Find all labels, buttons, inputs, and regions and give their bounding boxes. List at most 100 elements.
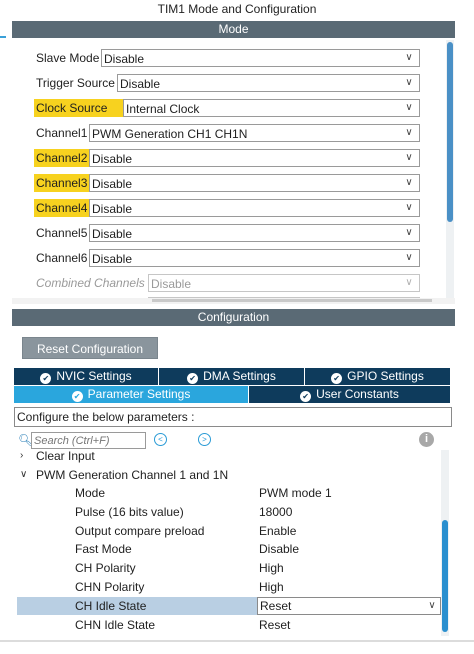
chevron-down-icon: ∨ — [405, 177, 413, 188]
param-name: CH Polarity — [75, 561, 136, 575]
reset-configuration-button[interactable]: Reset Configuration — [22, 337, 158, 359]
chevron-right-icon[interactable]: › — [20, 450, 23, 465]
channel6-value: Disable — [92, 252, 133, 266]
channel5-label: Channel5 — [36, 226, 88, 240]
clock-source-value: Internal Clock — [126, 102, 200, 116]
channel3-label: Channel3 — [34, 174, 90, 192]
search-input[interactable] — [31, 432, 146, 449]
pwm-group-label: PWM Generation Channel 1 and 1N — [36, 468, 229, 482]
mode-row-combined-channels: Combined Channels Disable ∨ — [12, 274, 432, 296]
trigger-source-label: Trigger Source — [36, 76, 115, 90]
param-value: Reset — [260, 599, 292, 613]
mode-row-slave-mode: Slave Mode Disable ∨ — [12, 49, 432, 71]
param-row-chn-polarity[interactable]: CHN Polarity High — [17, 578, 443, 596]
params-title: Configure the below parameters : — [14, 407, 452, 427]
search-row: 🔍︎ < > i — [14, 432, 454, 450]
param-name: Output compare preload — [75, 524, 205, 538]
tab-parameter-label: Parameter Settings — [87, 387, 191, 401]
channel3-value: Disable — [92, 177, 133, 191]
param-row-ch-idle-state[interactable]: CH Idle State Reset ∨ — [17, 597, 443, 615]
tab-parameter-settings[interactable]: ✔ Parameter Settings — [14, 386, 249, 403]
slave-mode-select[interactable]: Disable ∨ — [101, 49, 420, 67]
mode-row-channel4: Channel4 Disable ∨ — [12, 199, 432, 221]
channel6-label: Channel6 — [36, 251, 88, 265]
tab-user-constants-label: User Constants — [316, 387, 399, 401]
channel3-select[interactable]: Disable ∨ — [89, 174, 420, 192]
tab-nvic-settings[interactable]: ✔ NVIC Settings — [14, 368, 159, 385]
param-row-chn-idle-state[interactable]: CHN Idle State Reset — [17, 616, 443, 634]
param-value: 18000 — [259, 505, 293, 519]
combined-channels-label: Combined Channels — [36, 276, 145, 290]
channel2-label: Channel2 — [34, 149, 90, 167]
previous-result-icon[interactable]: < — [154, 433, 167, 446]
mode-row-trigger-source: Trigger Source Disable ∨ — [12, 74, 432, 96]
info-icon[interactable]: i — [419, 432, 434, 447]
parameters-scrollbar[interactable] — [441, 450, 449, 636]
param-name: CH Idle State — [75, 599, 147, 613]
param-value: Reset — [259, 618, 291, 632]
slave-mode-value: Disable — [104, 52, 145, 66]
tab-gpio-label: GPIO Settings — [347, 369, 424, 383]
tree-row-pwm-group[interactable]: ∨ PWM Generation Channel 1 and 1N — [14, 466, 444, 484]
param-row-output-compare-preload[interactable]: Output compare preload Enable — [17, 522, 443, 540]
next-result-icon[interactable]: > — [198, 433, 211, 446]
combined-channels-select: Disable ∨ — [148, 274, 420, 292]
tab-gpio-settings[interactable]: ✔ GPIO Settings — [305, 368, 450, 385]
tree-row-clear-input[interactable]: › Clear Input — [14, 450, 444, 465]
channel1-select[interactable]: PWM Generation CH1 CH1N ∨ — [89, 124, 420, 142]
channel2-select[interactable]: Disable ∨ — [89, 149, 420, 167]
channel2-value: Disable — [92, 152, 133, 166]
chevron-down-icon: ∨ — [405, 202, 413, 213]
tab-dma-settings[interactable]: ✔ DMA Settings — [159, 368, 305, 385]
param-row-pulse[interactable]: Pulse (16 bits value) 18000 — [17, 503, 443, 521]
trigger-source-value: Disable — [120, 77, 161, 91]
param-name: Fast Mode — [75, 542, 132, 556]
param-name: Mode — [75, 486, 106, 500]
trigger-source-select[interactable]: Disable ∨ — [117, 74, 420, 92]
check-circle-icon: ✔ — [40, 373, 52, 384]
param-row-mode[interactable]: Mode PWM mode 1 — [17, 484, 443, 502]
param-row-fast-mode[interactable]: Fast Mode Disable — [17, 540, 443, 558]
tab-user-constants[interactable]: ✔ User Constants — [249, 386, 450, 403]
tab-dma-label: DMA Settings — [203, 369, 276, 383]
clock-source-select[interactable]: Internal Clock ∨ — [123, 99, 420, 117]
channel6-select[interactable]: Disable ∨ — [89, 249, 420, 267]
parameters-scrollbar-thumb[interactable] — [442, 520, 448, 632]
channel5-select[interactable]: Disable ∨ — [89, 224, 420, 242]
param-row-ch-polarity[interactable]: CH Polarity High — [17, 559, 443, 577]
check-circle-icon: ✔ — [300, 391, 312, 402]
check-circle-icon: ✔ — [71, 391, 83, 402]
check-circle-icon: ✔ — [331, 373, 343, 384]
chevron-down-icon[interactable]: ∨ — [20, 466, 27, 484]
chevron-down-icon: ∨ — [428, 600, 436, 611]
mode-row-channel3: Channel3 Disable ∨ — [12, 174, 432, 196]
chevron-down-icon: ∨ — [405, 277, 413, 288]
channel1-label: Channel1 — [36, 126, 88, 140]
mode-scrollbar[interactable] — [446, 40, 454, 298]
bottom-divider — [0, 640, 474, 642]
chevron-down-icon: ∨ — [405, 252, 413, 263]
chevron-down-icon: ∨ — [405, 127, 413, 138]
check-circle-icon: ✔ — [187, 373, 199, 384]
mode-hscrollbar-thumb[interactable] — [152, 299, 432, 302]
configuration-header: Configuration — [12, 309, 455, 326]
combined-channels-value: Disable — [151, 277, 192, 291]
mode-panel: Slave Mode Disable ∨ Trigger Source Disa… — [12, 38, 455, 299]
mode-row-channel6: Channel6 Disable ∨ — [12, 249, 432, 271]
param-value: High — [259, 561, 284, 575]
channel4-select[interactable]: Disable ∨ — [89, 199, 420, 217]
param-value: Enable — [259, 524, 297, 538]
ch-idle-state-select[interactable]: Reset ∨ — [257, 597, 441, 615]
chevron-down-icon: ∨ — [405, 77, 413, 88]
chevron-down-icon: ∨ — [405, 152, 413, 163]
param-value: Disable — [259, 542, 300, 556]
mode-scrollbar-thumb[interactable] — [447, 42, 453, 222]
slave-mode-label: Slave Mode — [36, 51, 100, 65]
channel5-value: Disable — [92, 227, 133, 241]
channel4-label: Channel4 — [34, 199, 90, 217]
mode-row-channel1: Channel1 PWM Generation CH1 CH1N ∨ — [12, 124, 432, 146]
channel4-value: Disable — [92, 202, 133, 216]
mode-hscrollbar[interactable] — [12, 298, 455, 304]
left-accent-line — [0, 36, 6, 38]
mode-row-channel2: Channel2 Disable ∨ — [12, 149, 432, 171]
